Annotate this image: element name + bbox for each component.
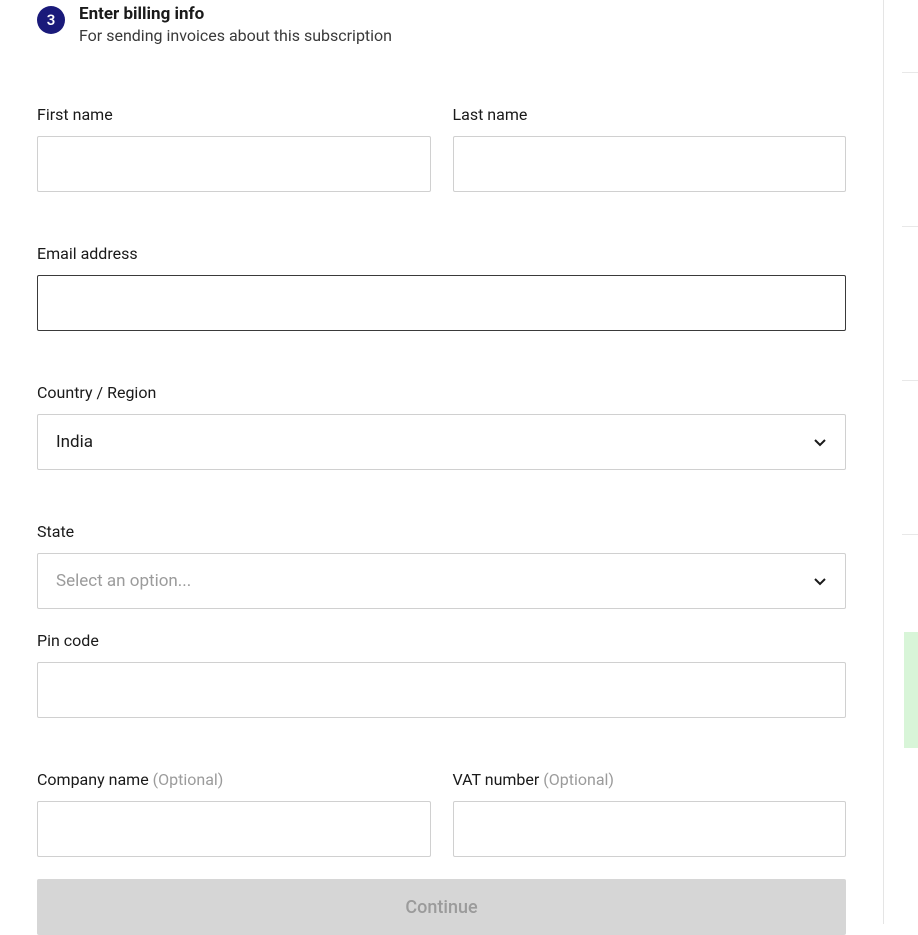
email-input[interactable] <box>37 275 846 331</box>
side-divider <box>902 72 918 226</box>
company-name-optional: (Optional) <box>153 770 224 789</box>
side-divider <box>902 380 918 534</box>
side-divider <box>902 226 918 380</box>
company-name-input[interactable] <box>37 801 431 857</box>
country-select[interactable]: India <box>37 414 846 470</box>
pin-code-label: Pin code <box>37 631 846 650</box>
last-name-label: Last name <box>453 105 847 124</box>
first-name-input[interactable] <box>37 136 431 192</box>
step-subtitle: For sending invoices about this subscrip… <box>79 26 392 45</box>
vat-number-label: VAT number (Optional) <box>453 770 847 789</box>
vat-number-label-text: VAT number <box>453 770 544 789</box>
vat-number-input[interactable] <box>453 801 847 857</box>
step-number-badge: 3 <box>37 6 65 34</box>
state-label: State <box>37 522 846 541</box>
vat-number-optional: (Optional) <box>543 770 614 789</box>
pin-code-input[interactable] <box>37 662 846 718</box>
company-name-label-text: Company name <box>37 770 153 789</box>
last-name-input[interactable] <box>453 136 847 192</box>
state-select[interactable]: Select an option... <box>37 553 846 609</box>
step-header: 3 Enter billing info For sending invoice… <box>37 4 846 45</box>
continue-button[interactable]: Continue <box>37 879 846 935</box>
country-label: Country / Region <box>37 383 846 402</box>
company-name-label: Company name (Optional) <box>37 770 431 789</box>
step-title: Enter billing info <box>79 4 392 24</box>
side-highlight <box>904 632 918 748</box>
email-label: Email address <box>37 244 846 263</box>
first-name-label: First name <box>37 105 431 124</box>
